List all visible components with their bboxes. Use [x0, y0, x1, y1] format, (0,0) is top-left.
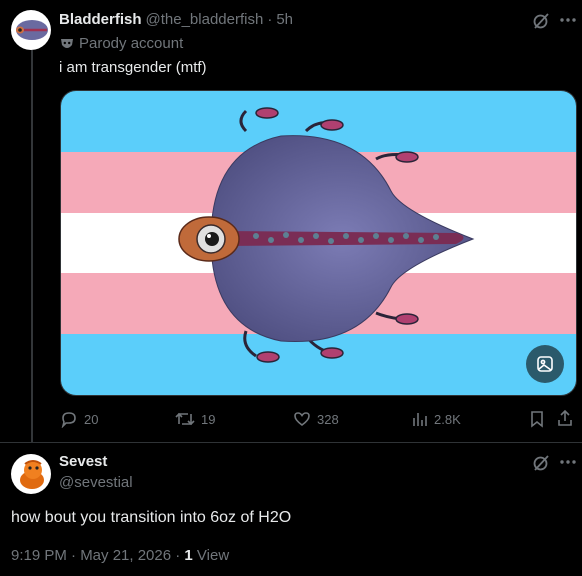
like-button[interactable]: 328 [293, 410, 339, 428]
alt-icon[interactable] [526, 345, 564, 383]
parody-label: Parody account [79, 35, 184, 52]
tweet-media[interactable] [60, 90, 577, 396]
reply-views-label: View [192, 547, 230, 564]
bookmark-icon[interactable] [530, 410, 544, 428]
separator-dot: · [267, 11, 273, 28]
reply-timestamp[interactable]: 9:19 PM · May 21, 2026 · [11, 547, 184, 564]
reply-author-handle[interactable]: @sevestial [59, 474, 133, 491]
bladderfish-image [178, 107, 475, 363]
reply-icon [60, 410, 78, 428]
thread-line [31, 50, 33, 442]
grok-icon[interactable] [532, 12, 550, 30]
views-count: 2.8K [434, 411, 461, 427]
share-icon[interactable] [557, 409, 573, 427]
avatar-sevest[interactable] [11, 454, 51, 494]
avatar-bladderfish[interactable] [11, 10, 51, 50]
reply-button[interactable]: 20 [60, 410, 98, 428]
repost-count: 19 [201, 411, 216, 427]
tweet-text: i am transgender (mtf) [59, 59, 207, 76]
tweet-time[interactable]: 5h [276, 11, 293, 28]
reply-count: 20 [84, 411, 99, 427]
more-icon[interactable] [560, 460, 576, 464]
like-count: 328 [317, 411, 339, 427]
repost-icon [175, 410, 195, 428]
author-name[interactable]: Bladderfish [59, 11, 142, 28]
mask-icon [60, 37, 74, 51]
views-button[interactable]: 2.8K [412, 410, 461, 428]
divider [0, 442, 582, 443]
more-icon[interactable] [560, 18, 576, 22]
reply-author-name[interactable]: Sevest [59, 453, 107, 470]
reply-views-count: 1 [184, 547, 193, 564]
author-handle[interactable]: @the_bladderfish [146, 11, 264, 28]
repost-button[interactable]: 19 [175, 410, 215, 428]
reply-text: how bout you transition into 6oz of H2O [11, 509, 292, 526]
views-icon [412, 410, 428, 428]
grok-icon[interactable] [532, 454, 550, 472]
like-icon [293, 410, 311, 428]
